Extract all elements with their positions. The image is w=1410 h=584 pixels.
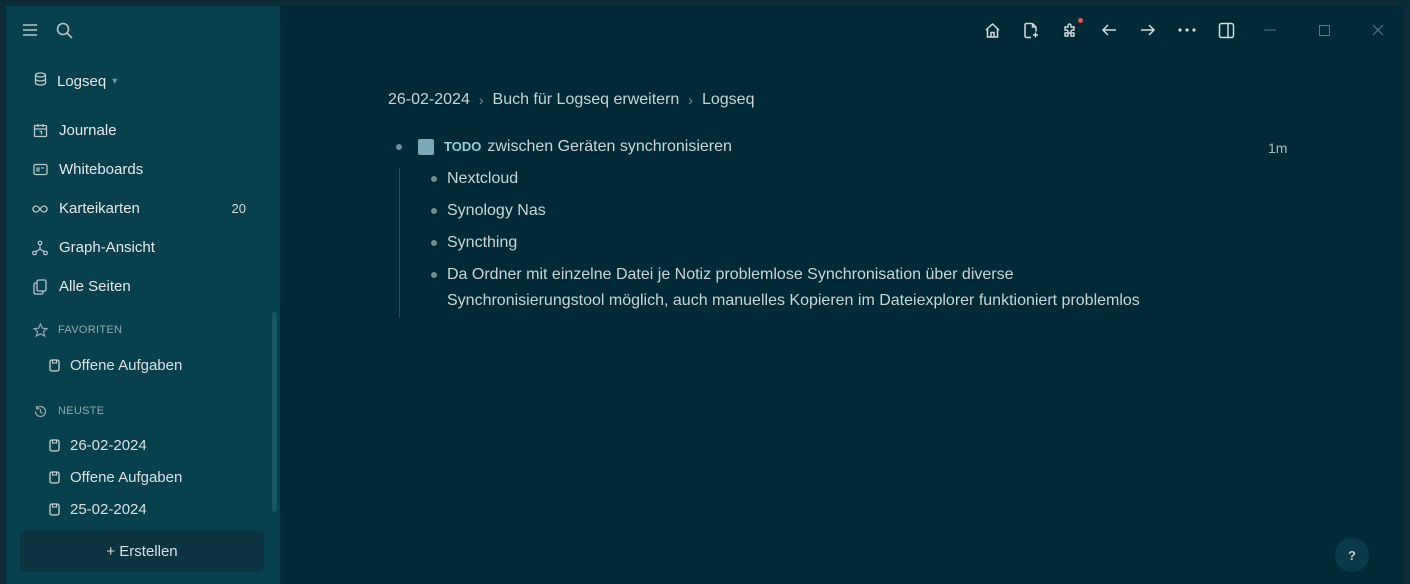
sidebar-item-label: Journale — [59, 122, 117, 139]
favorite-page-label: Offene Aufgaben — [70, 357, 183, 374]
pages-icon — [32, 278, 48, 295]
sidebar-top-controls — [20, 20, 74, 40]
sidebar-item-all-pages[interactable]: Alle Seiten — [32, 278, 246, 295]
calendar-icon — [32, 123, 48, 139]
page-icon — [48, 359, 61, 372]
create-button[interactable]: + Erstellen — [20, 530, 264, 572]
todo-marker[interactable]: TODO — [444, 134, 481, 160]
search-icon[interactable] — [54, 20, 74, 40]
flashcards-count-badge: 20 — [231, 201, 246, 216]
infinity-icon — [32, 201, 48, 217]
plugins-icon[interactable] — [1060, 18, 1083, 40]
block-text[interactable]: Syncthing — [447, 230, 517, 256]
maximize-icon[interactable] — [1314, 20, 1334, 40]
page-icon — [48, 439, 61, 452]
sidebar-scrollbar[interactable] — [272, 312, 277, 512]
recent-page-label: Offene Aufgaben — [70, 469, 183, 486]
breadcrumb-item[interactable]: 26-02-2024 — [388, 91, 470, 109]
recent-page-label: 25-02-2024 — [70, 501, 147, 518]
chevron-down-icon: ▾ — [112, 75, 118, 87]
recent-page-item[interactable]: Offene Aufgaben — [48, 469, 182, 486]
page-icon — [48, 471, 61, 484]
child-block[interactable]: Syncthing — [431, 230, 517, 256]
graph-selector[interactable]: Logseq ▾ — [34, 72, 117, 90]
back-arrow-icon[interactable] — [1099, 20, 1119, 40]
home-icon[interactable] — [982, 20, 1002, 40]
top-toolbar — [982, 18, 1255, 40]
breadcrumb-item[interactable]: Logseq — [702, 91, 755, 109]
favorites-title: FAVORITEN — [58, 324, 123, 336]
sidebar-item-journals[interactable]: Journale — [32, 122, 246, 139]
favorites-section-header[interactable]: FAVORITEN — [32, 322, 122, 338]
block-text-multiline[interactable]: Da Ordner mit einzelne Datei je Notiz pr… — [447, 262, 1140, 314]
star-icon — [32, 322, 48, 338]
recent-title: NEUSTE — [58, 405, 105, 417]
block-bullet[interactable] — [396, 144, 402, 150]
sidebar-item-label: Whiteboards — [59, 161, 144, 178]
sidebar-item-whiteboards[interactable]: Whiteboards — [32, 161, 246, 178]
chevron-right-icon: › — [688, 92, 693, 108]
block-bullet[interactable] — [431, 272, 437, 278]
todo-checkbox[interactable] — [418, 139, 434, 155]
block-text[interactable]: Nextcloud — [447, 166, 518, 192]
database-icon — [34, 72, 47, 90]
help-button[interactable]: ? — [1335, 538, 1369, 572]
block-text-line: Synchronisierungstool möglich, auch manu… — [447, 292, 1140, 309]
sidebar-item-label: Alle Seiten — [59, 278, 131, 295]
more-icon[interactable] — [1177, 20, 1197, 40]
sidebar-item-label: Graph-Ansicht — [59, 239, 155, 256]
chevron-right-icon: › — [478, 92, 484, 108]
time-tracking-label[interactable]: 1m — [1268, 140, 1287, 156]
page-icon — [48, 503, 61, 516]
app-window: Logseq ▾ Journale Whiteboards Karteikart… — [6, 6, 1404, 584]
recent-page-item[interactable]: 26-02-2024 — [48, 437, 147, 454]
block-bullet[interactable] — [431, 208, 437, 214]
child-block[interactable]: Synology Nas — [431, 198, 546, 224]
new-page-icon[interactable] — [1021, 20, 1041, 40]
sidebar-item-flashcards[interactable]: Karteikarten 20 — [32, 200, 246, 217]
block-bullet[interactable] — [431, 176, 437, 182]
block-text-line: Da Ordner mit einzelne Datei je Notiz pr… — [447, 266, 1014, 283]
block-text[interactable]: zwischen Geräten synchronisieren — [487, 134, 732, 160]
recent-page-item[interactable]: 25-02-2024 — [48, 501, 147, 518]
forward-arrow-icon[interactable] — [1138, 20, 1158, 40]
child-block[interactable]: Da Ordner mit einzelne Datei je Notiz pr… — [431, 262, 1140, 314]
menu-icon[interactable] — [20, 20, 40, 40]
recent-section-header[interactable]: NEUSTE — [32, 403, 104, 419]
block-text[interactable]: Synology Nas — [447, 198, 546, 224]
sidebar-item-graph-view[interactable]: Graph-Ansicht — [32, 239, 246, 256]
notification-dot — [1078, 18, 1083, 23]
children-guide-line — [399, 168, 400, 318]
breadcrumb-item[interactable]: Buch für Logseq erweitern — [493, 91, 680, 109]
left-sidebar: Logseq ▾ Journale Whiteboards Karteikart… — [6, 6, 280, 584]
close-icon[interactable] — [1368, 20, 1388, 40]
whiteboard-icon — [32, 162, 48, 178]
sidebar-item-label: Karteikarten — [59, 200, 140, 217]
graph-name: Logseq — [57, 72, 107, 90]
graph-icon — [32, 240, 48, 256]
breadcrumb: 26-02-2024 › Buch für Logseq erweitern ›… — [388, 91, 754, 109]
minimize-icon[interactable] — [1260, 20, 1280, 40]
favorite-page-item[interactable]: Offene Aufgaben — [48, 357, 182, 374]
block-bullet[interactable] — [431, 240, 437, 246]
todo-block[interactable]: TODO zwischen Geräten synchronisieren — [396, 134, 732, 160]
recent-page-label: 26-02-2024 — [70, 437, 147, 454]
history-icon — [32, 403, 48, 419]
right-sidebar-icon[interactable] — [1216, 20, 1236, 40]
child-block[interactable]: Nextcloud — [431, 166, 518, 192]
